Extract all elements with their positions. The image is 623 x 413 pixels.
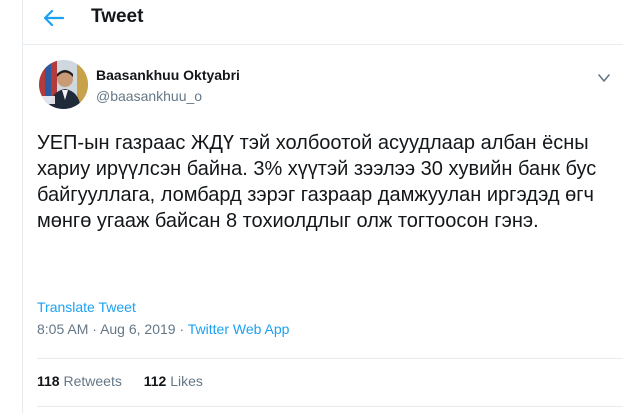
tweet-time[interactable]: 8:05 AM: [37, 321, 88, 337]
author-name[interactable]: Baasankhuu Oktyabri: [96, 67, 240, 83]
likes-label: Likes: [170, 373, 203, 389]
more-options-button[interactable]: [598, 70, 610, 82]
tweet-date[interactable]: Aug 6, 2019: [100, 321, 176, 337]
header-bar: Tweet: [23, 0, 623, 45]
tweet-source-link[interactable]: Twitter Web App: [188, 321, 290, 337]
tweet-meta: 8:05 AM · Aug 6, 2019 · Twitter Web App: [37, 321, 289, 337]
translate-tweet-link[interactable]: Translate Tweet: [37, 299, 136, 315]
chevron-down-icon: [598, 74, 610, 82]
divider: [37, 358, 623, 359]
retweets-label: Retweets: [63, 373, 122, 389]
meta-separator: ·: [92, 321, 97, 337]
avatar[interactable]: [39, 60, 88, 109]
likes-count: 112: [143, 373, 167, 389]
divider: [37, 406, 623, 407]
retweets-stat[interactable]: 118 Retweets: [37, 373, 122, 389]
tweet-text: УЕП-ын газраас ЖДҮ тэй холбоотой асуудла…: [37, 132, 597, 232]
tweet-column: Tweet Baasankhuu Oktyabri @baasankhuu_o …: [22, 0, 623, 413]
back-button[interactable]: [41, 8, 65, 28]
likes-stat[interactable]: 112 Likes: [144, 373, 203, 389]
page-title: Tweet: [91, 6, 144, 27]
author-handle[interactable]: @baasankhuu_o: [96, 88, 202, 104]
retweets-count: 118: [37, 373, 60, 389]
tweet-stats: 118 Retweets 112 Likes: [37, 373, 203, 389]
meta-separator: ·: [179, 321, 185, 337]
arrow-left-icon: [43, 9, 64, 27]
